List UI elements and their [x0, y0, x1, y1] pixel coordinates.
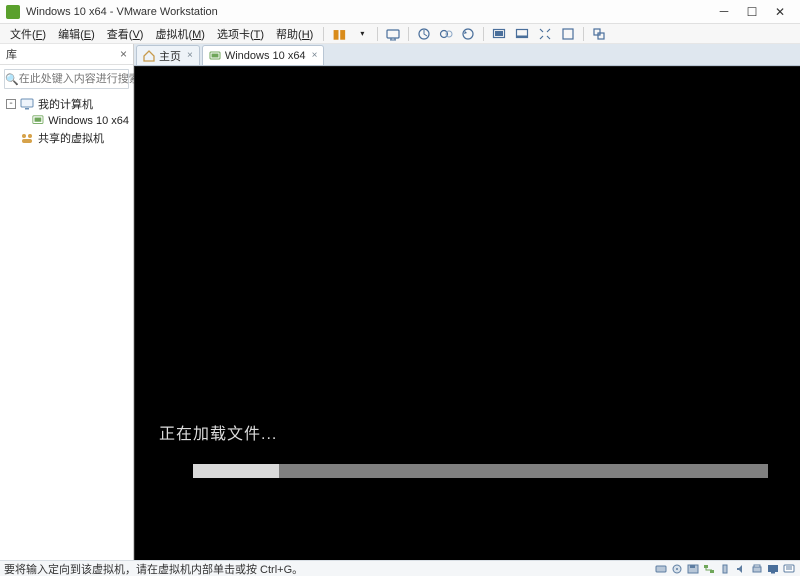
- device-hdd-icon[interactable]: [654, 563, 668, 575]
- main-area: 主页 × Windows 10 x64 × 正在加载文件...: [134, 44, 800, 560]
- tab-home[interactable]: 主页 ×: [136, 45, 200, 65]
- vm-icon: [32, 115, 44, 127]
- status-icons: [654, 563, 796, 575]
- fullscreen-icon[interactable]: [558, 25, 578, 43]
- device-cd-icon[interactable]: [670, 563, 684, 575]
- separator: [483, 27, 484, 41]
- library-header: 库 ×: [0, 44, 133, 65]
- window-titlebar: Windows 10 x64 - VMware Workstation － ☐ …: [0, 0, 800, 24]
- snapshot-icon[interactable]: [414, 25, 434, 43]
- menu-edit[interactable]: 编辑(E): [52, 24, 101, 44]
- device-display-icon[interactable]: [766, 563, 780, 575]
- shared-icon: [20, 132, 34, 144]
- tree-label: 共享的虚拟机: [38, 130, 104, 146]
- menu-help[interactable]: 帮助(H): [270, 24, 319, 44]
- library-tree: - 我的计算机 Windows 10 x64 共享的虚拟机: [0, 93, 133, 560]
- tree-item-my-computer[interactable]: - 我的计算机: [4, 95, 129, 112]
- vm-tab-icon: [209, 50, 221, 62]
- home-icon: [143, 50, 155, 62]
- tab-label: 主页: [159, 48, 181, 64]
- app-icon: [6, 5, 20, 19]
- tab-close-icon[interactable]: ×: [312, 50, 318, 61]
- status-message: 要将输入定向到该虚拟机，请在虚拟机内部单击或按 Ctrl+G。: [4, 561, 654, 577]
- stretch-icon[interactable]: [535, 25, 555, 43]
- pause-button[interactable]: ▮▮: [329, 25, 349, 43]
- separator: [323, 27, 324, 41]
- menu-tabs[interactable]: 选项卡(T): [211, 24, 270, 44]
- library-search[interactable]: 🔍 ▾: [4, 69, 129, 89]
- power-dropdown[interactable]: ▾: [352, 25, 372, 43]
- separator: [377, 27, 378, 41]
- menubar: 文件(F) 编辑(E) 查看(V) 虚拟机(M) 选项卡(T) 帮助(H) ▮▮…: [0, 24, 800, 44]
- separator: [583, 27, 584, 41]
- computer-icon: [20, 98, 34, 110]
- snapshot-manager-icon[interactable]: [436, 25, 456, 43]
- device-printer-icon[interactable]: [750, 563, 764, 575]
- device-usb-icon[interactable]: [718, 563, 732, 575]
- close-button[interactable]: ✕: [766, 1, 794, 23]
- library-sidebar: 库 × 🔍 ▾ - 我的计算机 Windows 10 x64 共享的虚拟机: [0, 44, 134, 560]
- maximize-button[interactable]: ☐: [738, 1, 766, 23]
- tree-item-windows10[interactable]: Windows 10 x64: [4, 112, 129, 129]
- separator: [408, 27, 409, 41]
- library-title: 库: [6, 46, 17, 62]
- send-ctrl-alt-del-icon[interactable]: [383, 25, 403, 43]
- window-title: Windows 10 x64 - VMware Workstation: [26, 6, 710, 18]
- vm-progress-bar: [193, 464, 768, 478]
- device-sound-icon[interactable]: [734, 563, 748, 575]
- menu-file[interactable]: 文件(F): [4, 24, 52, 44]
- menu-view[interactable]: 查看(V): [101, 24, 150, 44]
- revert-snapshot-icon[interactable]: [458, 25, 478, 43]
- tabstrip: 主页 × Windows 10 x64 ×: [134, 44, 800, 66]
- search-icon: 🔍: [5, 73, 19, 86]
- tab-vm-windows10[interactable]: Windows 10 x64 ×: [202, 45, 325, 65]
- tab-label: Windows 10 x64: [225, 50, 306, 62]
- device-floppy-icon[interactable]: [686, 563, 700, 575]
- unity-icon[interactable]: [589, 25, 609, 43]
- thumbnail-view-icon[interactable]: [512, 25, 532, 43]
- console-view-icon[interactable]: [489, 25, 509, 43]
- messages-icon[interactable]: [782, 563, 796, 575]
- menu-vm[interactable]: 虚拟机(M): [149, 24, 211, 44]
- collapse-icon[interactable]: -: [6, 99, 16, 109]
- minimize-button[interactable]: －: [710, 1, 738, 23]
- tree-label: 我的计算机: [38, 96, 93, 112]
- vm-progress-fill: [193, 464, 279, 478]
- tab-close-icon[interactable]: ×: [187, 50, 193, 61]
- device-network-icon[interactable]: [702, 563, 716, 575]
- statusbar: 要将输入定向到该虚拟机，请在虚拟机内部单击或按 Ctrl+G。: [0, 560, 800, 576]
- vm-loading-text: 正在加载文件...: [159, 420, 277, 444]
- library-close-icon[interactable]: ×: [120, 47, 127, 61]
- tree-item-shared-vms[interactable]: 共享的虚拟机: [4, 129, 129, 146]
- vm-display[interactable]: 正在加载文件...: [134, 66, 800, 560]
- tree-label: Windows 10 x64: [48, 115, 129, 127]
